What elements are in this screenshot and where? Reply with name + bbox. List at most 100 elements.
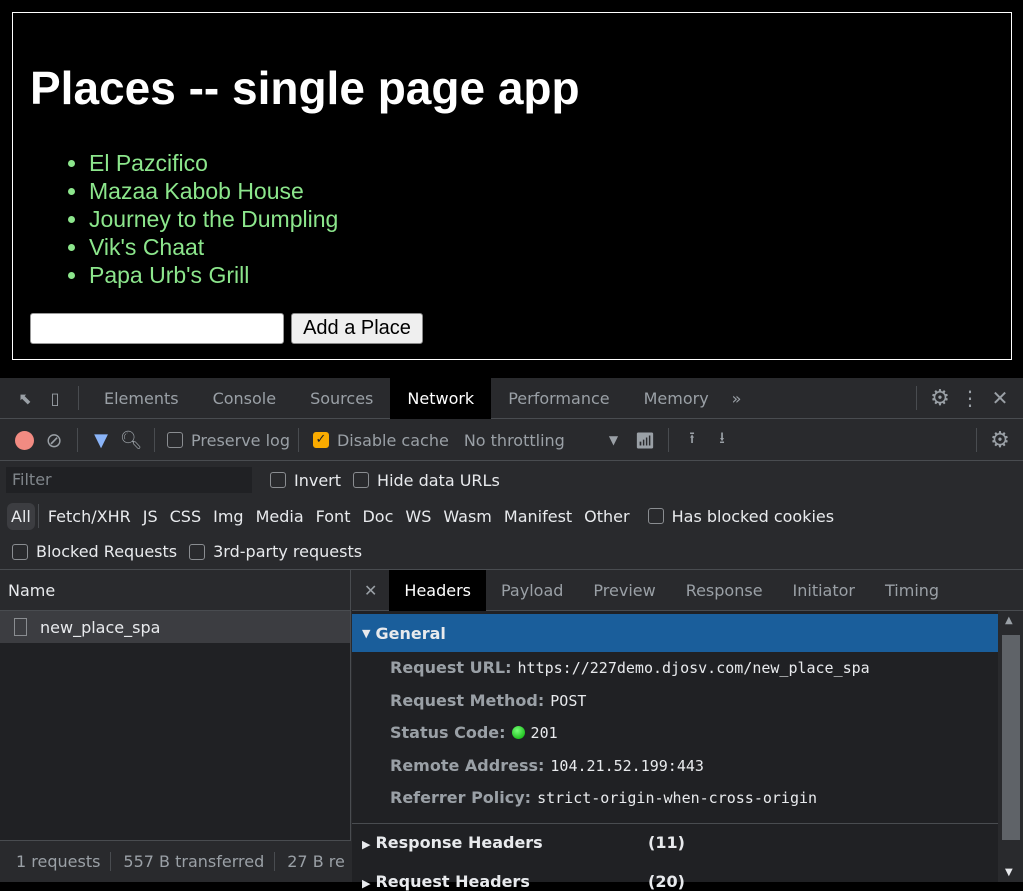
scroll-down-icon[interactable]: ▼: [1005, 867, 1013, 878]
clear-icon[interactable]: ⊘: [39, 425, 69, 455]
invert-label: Invert: [294, 470, 342, 490]
disable-cache-label: Disable cache: [336, 430, 449, 450]
remote-address-value: 104.21.52.199:443: [550, 757, 704, 775]
status-code-value: 201: [530, 724, 558, 742]
preserve-log-checkbox[interactable]: [167, 432, 183, 448]
third-party-checkbox[interactable]: [189, 543, 206, 560]
tab-preview[interactable]: Preview: [578, 570, 670, 611]
close-details-icon[interactable]: ✕: [352, 570, 389, 611]
tab-payload[interactable]: Payload: [486, 570, 578, 611]
request-details: ✕ Headers Payload Preview Response Initi…: [352, 569, 1023, 891]
record-icon[interactable]: [9, 425, 39, 455]
gear-icon[interactable]: ⚙: [925, 383, 955, 413]
close-icon[interactable]: ✕: [985, 383, 1015, 413]
resources-size: 27 B re: [287, 852, 345, 871]
resource-type-filters: All Fetch/XHR JS CSS Img Media Font Doc …: [0, 498, 1023, 534]
type-other[interactable]: Other: [578, 507, 635, 526]
referrer-policy-value: strict-origin-when-cross-origin: [537, 789, 818, 807]
type-doc[interactable]: Doc: [356, 507, 399, 526]
add-place-button[interactable]: Add a Place: [291, 313, 423, 344]
blocked-requests-checkbox[interactable]: [12, 543, 28, 560]
response-headers-section[interactable]: ▶ Response Headers (11): [362, 833, 685, 852]
type-manifest[interactable]: Manifest: [498, 507, 578, 526]
request-name: new_place_spa: [40, 617, 161, 637]
tab-memory[interactable]: Memory: [627, 378, 726, 419]
triangle-right-icon: ▶: [362, 838, 371, 851]
tab-console[interactable]: Console: [196, 378, 294, 419]
triangle-right-icon: ▶: [362, 877, 371, 890]
hide-data-urls-checkbox[interactable]: [353, 472, 370, 488]
more-vertical-icon[interactable]: ⋮: [955, 383, 985, 413]
filter-bar: Filter Invert Hide data URLs: [0, 462, 1023, 498]
referrer-policy-row: Referrer Policy: strict-origin-when-cross…: [390, 788, 817, 807]
page-content: Places -- single page app El Pazcifico M…: [12, 12, 1012, 360]
tab-response[interactable]: Response: [671, 570, 778, 611]
preserve-log-label: Preserve log: [191, 430, 290, 450]
document-icon: [14, 618, 27, 636]
divider: [77, 428, 78, 452]
disable-cache-checkbox[interactable]: ✓: [312, 432, 329, 448]
page-title: Places -- single page app: [30, 62, 580, 114]
tab-network[interactable]: Network: [390, 377, 492, 419]
type-css[interactable]: CSS: [164, 507, 207, 526]
type-ws[interactable]: WS: [399, 507, 437, 526]
scroll-up-icon[interactable]: ▲: [1005, 615, 1013, 626]
export-har-icon[interactable]: ⭳: [707, 425, 737, 455]
invert-checkbox[interactable]: [270, 472, 286, 488]
filter-icon[interactable]: ▼: [86, 425, 116, 455]
place-item: Mazaa Kabob House: [89, 177, 338, 205]
remote-address-key: Remote Address:: [390, 756, 545, 775]
filter-input[interactable]: Filter: [6, 467, 252, 493]
tab-initiator[interactable]: Initiator: [778, 570, 870, 611]
scrollbar[interactable]: ▲ ▼: [998, 611, 1023, 882]
network-settings-gear-icon[interactable]: ⚙: [985, 425, 1015, 455]
request-row[interactable]: new_place_spa: [0, 611, 350, 643]
type-fetch-xhr[interactable]: Fetch/XHR: [42, 507, 137, 526]
network-toolbar: ⊘ ▼ 🔍︎ Preserve log ✓ Disable cache No t…: [0, 420, 1023, 461]
scrollbar-thumb[interactable]: [1002, 635, 1020, 840]
place-item: El Pazcifico: [89, 149, 338, 177]
more-tabs-button[interactable]: »: [726, 378, 748, 419]
inspect-element-icon[interactable]: ⬉: [10, 383, 40, 413]
type-font[interactable]: Font: [310, 507, 357, 526]
has-blocked-cookies-label: Has blocked cookies: [671, 506, 835, 526]
tab-sources[interactable]: Sources: [293, 378, 390, 419]
type-all[interactable]: All: [7, 502, 35, 530]
place-item: Journey to the Dumpling: [89, 205, 338, 233]
throttling-select[interactable]: No throttling: [464, 431, 609, 450]
divider: [154, 428, 155, 452]
import-har-icon[interactable]: ⭱: [677, 425, 707, 455]
place-input[interactable]: [30, 313, 284, 344]
type-img[interactable]: Img: [207, 507, 249, 526]
device-toolbar-icon[interactable]: ▯: [40, 383, 70, 413]
general-title: General: [375, 623, 446, 643]
divider: [78, 386, 79, 410]
name-column-header[interactable]: Name: [0, 570, 350, 611]
search-icon[interactable]: 🔍︎: [116, 425, 146, 455]
type-media[interactable]: Media: [250, 507, 310, 526]
tab-timing[interactable]: Timing: [870, 570, 954, 611]
tab-performance[interactable]: Performance: [491, 378, 626, 419]
type-wasm[interactable]: Wasm: [437, 507, 498, 526]
request-method-value: POST: [550, 692, 587, 710]
section-title: Response Headers: [375, 833, 543, 852]
status-code-key: Status Code:: [390, 723, 506, 742]
network-summary: 1 requests 557 B transferred 27 B re: [0, 840, 351, 882]
tab-headers[interactable]: Headers: [389, 569, 486, 611]
place-item: Papa Urb's Grill: [89, 261, 338, 289]
type-js[interactable]: JS: [137, 507, 164, 526]
devtools: ⬉ ▯ Elements Console Sources Network Per…: [0, 377, 1023, 891]
request-method-key: Request Method:: [390, 691, 545, 710]
chevron-down-icon[interactable]: ▼: [609, 433, 618, 447]
request-method-row: Request Method: POST: [390, 691, 586, 710]
general-section-header[interactable]: ▼ General: [352, 614, 998, 652]
request-list: Name new_place_spa 1 requests 557 B tran…: [0, 570, 351, 882]
has-blocked-cookies-checkbox[interactable]: [647, 508, 664, 524]
divider: [297, 428, 299, 452]
hide-data-urls-label: Hide data URLs: [377, 470, 500, 490]
divider: [976, 428, 977, 452]
request-url-key: Request URL:: [390, 658, 512, 677]
network-conditions-icon[interactable]: 📶︎: [630, 425, 660, 455]
transferred-size: 557 B transferred: [111, 852, 276, 871]
tab-elements[interactable]: Elements: [87, 378, 196, 419]
